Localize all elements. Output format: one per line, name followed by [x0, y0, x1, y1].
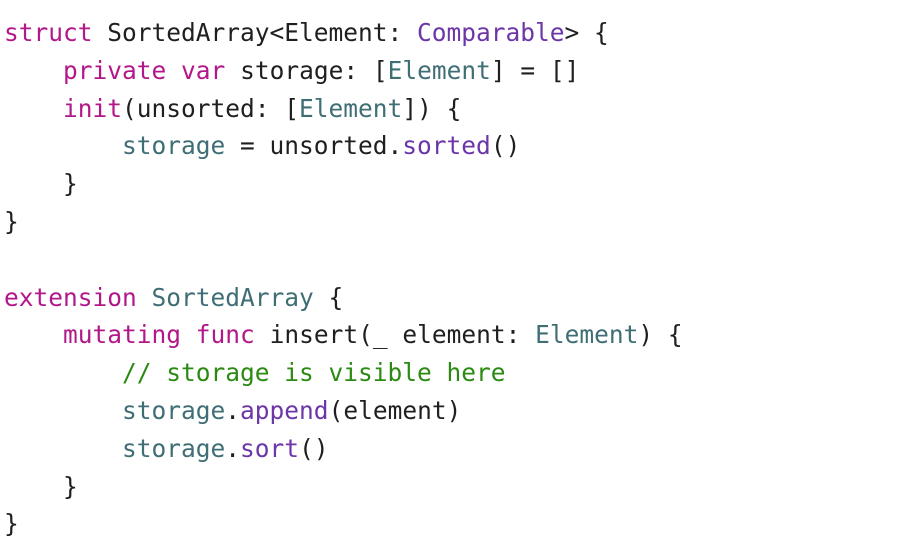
plain-token: }	[4, 509, 19, 539]
plain-token: }	[4, 169, 78, 199]
code-line-14: }	[4, 505, 683, 543]
indent-token	[4, 320, 63, 349]
plain-token: .	[225, 433, 241, 463]
plain-token: .	[225, 395, 241, 425]
code-line-6: }	[4, 203, 683, 241]
code-line-3: init(unsorted: [Element]) {	[4, 90, 683, 128]
code-line-11: storage.append(element)	[4, 392, 683, 430]
code-line-13: }	[4, 468, 683, 506]
plain-token: ] = []	[490, 55, 580, 85]
code-line-12: storage.sort()	[4, 430, 683, 468]
property-token: storage	[122, 395, 226, 425]
plain-token: SortedArray<Element:	[92, 18, 418, 47]
plain-token: insert(_ element:	[254, 320, 536, 350]
method-token: sorted	[402, 131, 491, 161]
keyword-token: init	[63, 93, 123, 123]
indent-token	[4, 94, 63, 123]
property-token: storage	[122, 433, 226, 463]
property-token: storage	[122, 131, 226, 161]
indent-token	[4, 131, 122, 160]
plain-token: {	[313, 282, 344, 312]
plain-token: ]) {	[402, 93, 462, 123]
plain-token: > {	[564, 18, 609, 47]
plain-token: ()	[299, 433, 329, 463]
plain-token: = unsorted.	[225, 131, 403, 161]
plain-token: storage: [	[225, 55, 388, 85]
method-token: append	[240, 395, 329, 425]
type-token: Element	[299, 93, 403, 123]
keyword-token: extension	[4, 282, 137, 312]
type-token: Element	[387, 55, 491, 85]
plain-token: ()	[490, 131, 521, 161]
code-line-2: private var storage: [Element] = []	[4, 52, 683, 90]
code-line-10: // storage is visible here	[4, 354, 683, 392]
indent-token	[4, 358, 122, 387]
keyword-token: func	[195, 320, 255, 350]
plain-token: (unsorted: [	[122, 93, 300, 123]
plain-token: ) {	[638, 320, 683, 350]
code-line-8: extension SortedArray {	[4, 279, 683, 317]
comment-token: // storage is visible here	[122, 358, 506, 388]
plain-token: }	[4, 206, 19, 236]
keyword-token: mutating	[63, 320, 182, 350]
indent-token	[4, 56, 63, 85]
code-line-1: struct SortedArray<Element: Comparable> …	[4, 14, 683, 52]
indent-token	[4, 434, 122, 463]
indent-token	[4, 396, 122, 425]
code-line-5: }	[4, 165, 683, 203]
keyword-token: struct	[4, 18, 93, 47]
plain-token: (element)	[328, 395, 462, 425]
keyword-token: var	[181, 55, 226, 85]
type-token: SortedArray	[151, 282, 314, 312]
protocol-token: Comparable	[417, 18, 565, 47]
code-line-9: mutating func insert(_ element: Element)…	[4, 316, 683, 354]
plain-token: }	[4, 471, 78, 501]
code-line-4: storage = unsorted.sorted()	[4, 127, 683, 165]
method-token: sort	[240, 433, 300, 463]
source-code[interactable]: struct SortedArray<Element: Comparable> …	[4, 14, 683, 543]
type-token: Element	[535, 320, 639, 350]
code-editor[interactable]: struct SortedArray<Element: Comparable> …	[0, 0, 906, 556]
keyword-token: private	[63, 55, 167, 85]
